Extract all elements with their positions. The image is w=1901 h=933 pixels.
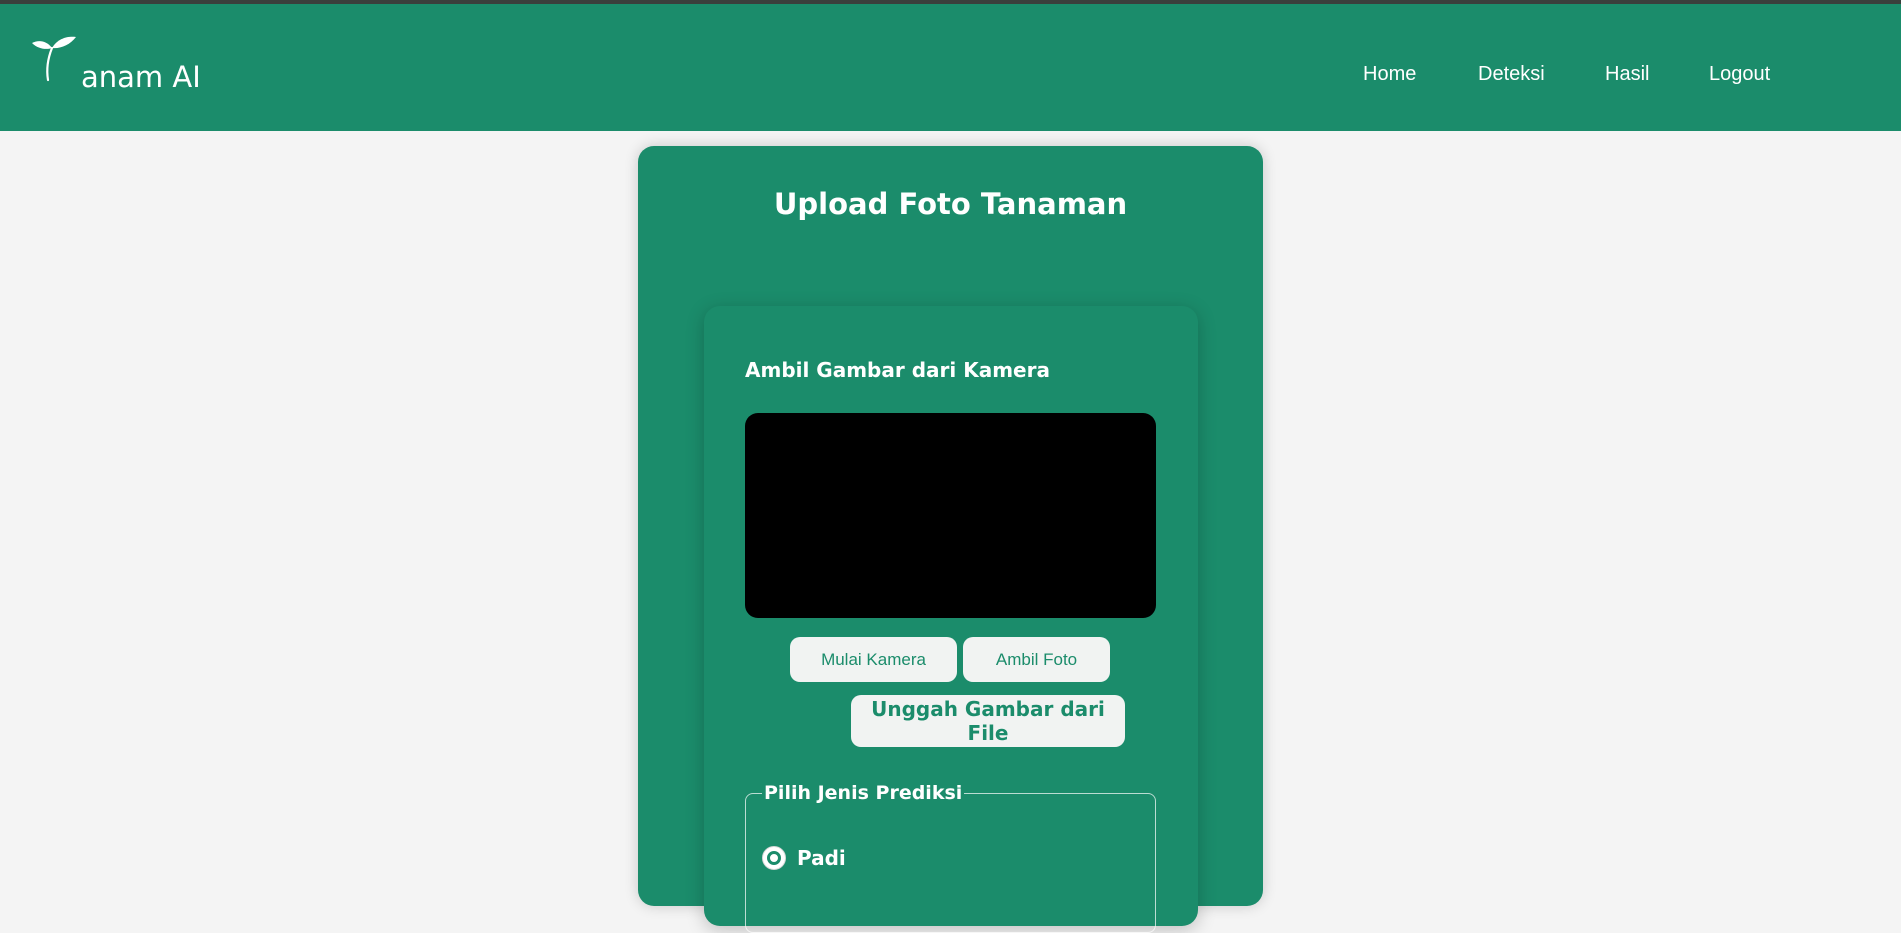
navbar: anam AI Home Deteksi Hasil Logout (0, 4, 1901, 131)
upload-card: Upload Foto Tanaman Ambil Gambar dari Ka… (638, 146, 1263, 933)
nav-hasil[interactable]: Hasil (1605, 59, 1649, 89)
radio-option-padi[interactable]: Padi (762, 844, 962, 872)
radio-button[interactable] (762, 846, 786, 870)
prediction-type-fieldset: Pilih Jenis Prediksi Padi (745, 781, 1156, 933)
radio-label: Padi (797, 846, 846, 870)
nav-home[interactable]: Home (1363, 59, 1416, 89)
nav-deteksi[interactable]: Deteksi (1478, 59, 1545, 89)
nav-logout[interactable]: Logout (1709, 59, 1770, 89)
upload-file-button[interactable]: Unggah Gambar dari File (851, 695, 1125, 747)
camera-panel: Ambil Gambar dari Kamera Mulai Kamera Am… (704, 306, 1198, 933)
radio-selected-indicator (767, 851, 781, 865)
capture-photo-button[interactable]: Ambil Foto (963, 637, 1110, 682)
camera-preview (745, 413, 1156, 618)
page-title: Upload Foto Tanaman (773, 187, 1128, 221)
prediction-type-legend: Pilih Jenis Prediksi (762, 781, 965, 805)
start-camera-button[interactable]: Mulai Kamera (790, 637, 957, 682)
nav-links: Home Deteksi Hasil Logout (0, 59, 1901, 89)
camera-section-label: Ambil Gambar dari Kamera (745, 358, 1050, 382)
